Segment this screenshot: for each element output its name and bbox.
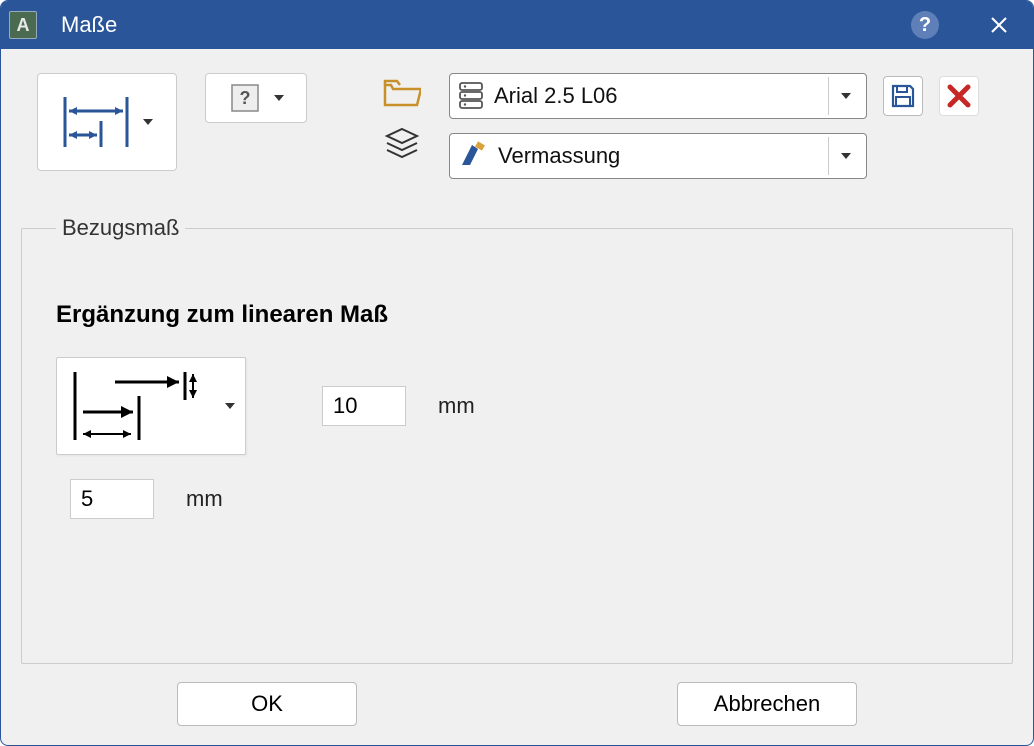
folder-icon[interactable] xyxy=(383,77,421,109)
toolbar: ? xyxy=(37,73,1015,179)
dimension-type-icon xyxy=(61,93,131,151)
layer-value: Vermassung xyxy=(498,143,818,169)
brush-icon xyxy=(458,141,488,171)
layer-combo[interactable]: Vermassung xyxy=(449,133,867,179)
value2-unit: mm xyxy=(186,486,223,512)
save-icon xyxy=(890,83,916,109)
reference-dimension-group: Bezugsmaß Ergänzung zum linearen Maß xyxy=(21,215,1013,664)
group-title: Ergänzung zum linearen Maß xyxy=(56,301,978,329)
dimension-type-dropdown[interactable] xyxy=(37,73,177,171)
close-icon xyxy=(990,16,1008,34)
svg-text:?: ? xyxy=(240,88,251,108)
save-button[interactable] xyxy=(883,76,923,116)
window-title: Maße xyxy=(61,12,117,38)
ok-label: OK xyxy=(251,691,283,717)
titlebar: A Maße ? xyxy=(1,1,1033,49)
server-icon xyxy=(458,81,484,111)
chevron-down-icon xyxy=(143,119,153,125)
group-legend: Bezugsmaß xyxy=(56,215,185,241)
value1-unit: mm xyxy=(438,393,475,419)
dialog-buttons: OK Abbrechen xyxy=(19,682,1015,726)
font-style-combo[interactable]: Arial 2.5 L06 xyxy=(449,73,867,119)
help-button[interactable]: ? xyxy=(911,11,939,39)
chevron-down-icon xyxy=(274,95,284,101)
close-button[interactable] xyxy=(979,5,1019,45)
delete-button[interactable] xyxy=(939,76,979,116)
delete-x-icon xyxy=(946,83,972,109)
cancel-label: Abbrechen xyxy=(714,691,820,717)
help-icon: ? xyxy=(919,14,931,37)
font-style-value: Arial 2.5 L06 xyxy=(494,83,818,109)
app-icon: A xyxy=(9,11,37,39)
extension-style-dropdown[interactable] xyxy=(56,357,246,455)
chevron-down-icon xyxy=(225,403,235,409)
combo-column: Arial 2.5 L06 xyxy=(449,73,979,179)
value2-input[interactable] xyxy=(70,479,154,519)
cancel-button[interactable]: Abbrechen xyxy=(677,682,857,726)
extension-diagram-icon xyxy=(67,366,207,446)
content-area: ? xyxy=(1,49,1033,745)
dialog-window: A Maße ? xyxy=(0,0,1034,746)
chevron-down-icon xyxy=(828,77,862,115)
chevron-down-icon xyxy=(828,137,862,175)
template-icon: ? xyxy=(228,81,262,115)
ok-button[interactable]: OK xyxy=(177,682,357,726)
template-dropdown[interactable]: ? xyxy=(205,73,307,123)
app-icon-letter: A xyxy=(17,15,30,36)
layers-icon[interactable] xyxy=(383,127,421,163)
value1-input[interactable] xyxy=(322,386,406,426)
